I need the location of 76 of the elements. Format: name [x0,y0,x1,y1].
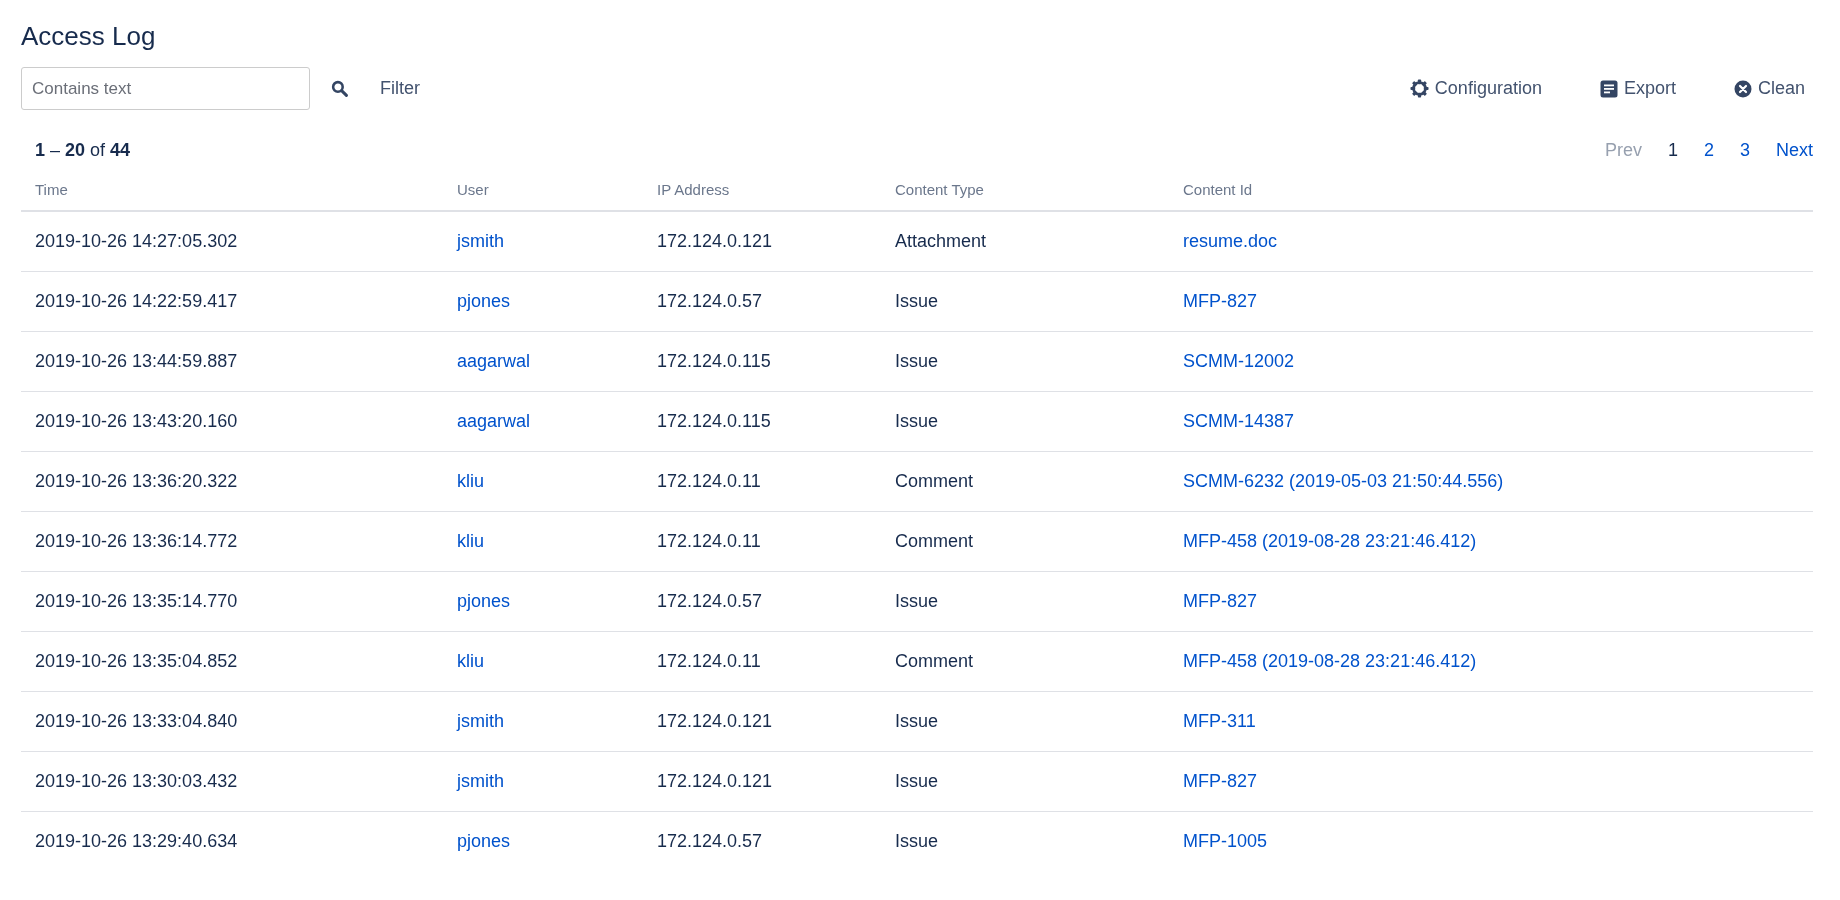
content-link[interactable]: SCMM-6232 (2019-05-03 21:50:44.556) [1183,471,1504,491]
export-button[interactable]: Export [1591,74,1684,103]
table-cell: 172.124.0.121 [643,211,881,272]
content-link[interactable]: MFP-827 [1183,771,1258,791]
column-header: Time [21,181,443,211]
table-cell: 2019-10-26 13:30:03.432 [21,751,443,812]
column-header: Content Type [881,181,1169,211]
content-link[interactable]: SCMM-14387 [1183,411,1295,431]
user-link[interactable]: kliu [457,471,484,491]
document-icon [1599,79,1618,98]
user-link[interactable]: pjones [457,591,511,611]
result-count: 1 – 20 of 44 [35,140,131,161]
content-link[interactable]: MFP-1005 [1183,831,1268,851]
content-link[interactable]: SCMM-12002 [1183,351,1295,371]
table-cell: Issue [881,571,1169,632]
content-link[interactable]: MFP-827 [1183,591,1258,611]
content-link[interactable]: MFP-458 (2019-08-28 23:21:46.412) [1183,651,1477,671]
table-cell: Issue [881,691,1169,752]
user-link[interactable]: jsmith [457,771,504,791]
user-link[interactable]: kliu [457,651,484,671]
page-title: Access Log [21,20,157,53]
table-cell: 2019-10-26 13:36:20.322 [21,451,443,512]
table-cell: Comment [881,631,1169,692]
table-cell: 2019-10-26 13:43:20.160 [21,391,443,452]
table-cell: 2019-10-26 13:44:59.887 [21,331,443,392]
prev-link: Prev [1603,139,1643,162]
page-link[interactable]: 2 [1690,136,1727,165]
table-cell: Attachment [881,211,1169,272]
table-cell: 172.124.0.57 [643,811,881,871]
configuration-button[interactable]: Configuration [1401,74,1550,103]
table-cell: 2019-10-26 13:33:04.840 [21,691,443,752]
page-link[interactable]: 3 [1726,136,1763,165]
table-cell: 172.124.0.57 [643,571,881,632]
user-link[interactable]: jsmith [457,711,504,731]
content-link[interactable]: MFP-458 (2019-08-28 23:21:46.412) [1183,531,1477,551]
content-link[interactable]: MFP-827 [1183,291,1258,311]
table-cell: 172.124.0.121 [643,751,881,812]
table-cell: 2019-10-26 13:36:14.772 [21,511,443,572]
next-link[interactable]: Next [1763,136,1813,165]
page-link[interactable]: 1 [1654,136,1691,165]
clean-button[interactable]: Clean [1725,74,1813,103]
table-cell: Comment [881,511,1169,572]
content-link[interactable]: resume.doc [1183,231,1278,251]
table-cell: 172.124.0.115 [643,331,881,392]
table-cell: 172.124.0.11 [643,451,881,512]
table-cell: 2019-10-26 13:35:14.770 [21,571,443,632]
user-link[interactable]: aagarwal [457,411,531,431]
table-cell: 172.124.0.11 [643,631,881,692]
table-cell: Issue [881,271,1169,332]
content-link[interactable]: MFP-311 [1183,711,1256,731]
table-cell: Issue [881,331,1169,392]
table-cell: Comment [881,451,1169,512]
table-cell: 2019-10-26 14:27:05.302 [21,211,443,272]
column-header: Content Id [1169,181,1813,211]
search-field[interactable]: Contains text [21,67,310,110]
table-cell: 172.124.0.121 [643,691,881,752]
user-link[interactable]: kliu [457,531,484,551]
user-link[interactable]: jsmith [457,231,504,251]
column-header: IP Address [643,181,881,211]
close-circle-icon [1733,79,1752,98]
user-link[interactable]: aagarwal [457,351,531,371]
table-cell: 172.124.0.57 [643,271,881,332]
search-icon[interactable] [331,80,348,97]
user-link[interactable]: pjones [457,831,511,851]
table-cell: 2019-10-26 13:35:04.852 [21,631,443,692]
table-cell: Issue [881,751,1169,812]
user-link[interactable]: pjones [457,291,511,311]
column-header: User [443,181,643,211]
table-cell: 2019-10-26 14:22:59.417 [21,271,443,332]
table-cell: Issue [881,391,1169,452]
table-cell: 172.124.0.11 [643,511,881,572]
table-cell: Issue [881,811,1169,871]
table-cell: 172.124.0.115 [643,391,881,452]
gear-icon [1409,79,1429,98]
filter-button[interactable]: Filter [372,74,428,103]
table-cell: 2019-10-26 13:29:40.634 [21,811,443,871]
